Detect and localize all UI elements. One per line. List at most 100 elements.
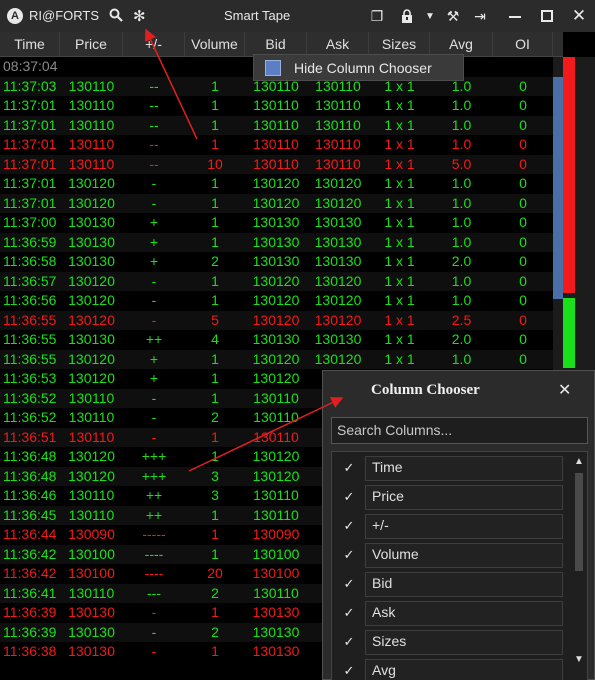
table-row[interactable]: 11:37:01 130110 -- 10 130110 130110 1 x 1 5.0 0 — [0, 154, 553, 174]
cell-avg: 1.0 — [451, 350, 472, 367]
cell-volume: 1 — [211, 214, 219, 230]
column-option-label: Price — [372, 488, 404, 504]
scrollbar-thumb[interactable] — [575, 473, 583, 571]
table-row[interactable]: 11:36:55 130120 - 5 130120 130120 1 x 1 2.5 0 — [0, 310, 553, 330]
cell-bid: 130130 — [252, 214, 300, 230]
cell-change: ---- — [144, 565, 164, 581]
cell-bid: 130120 — [252, 350, 300, 367]
cell-oi: 0 — [519, 311, 527, 328]
pin-icon[interactable]: ⇥ — [470, 6, 490, 26]
checkbox[interactable]: ✓ — [342, 519, 356, 533]
scrollbar-thumb[interactable] — [553, 77, 563, 299]
cell-time: 11:36:58 — [3, 253, 57, 269]
header-volume[interactable]: Volume — [185, 32, 245, 57]
cell-sizes: 1 x 1 — [384, 155, 415, 172]
cell-bid: 130120 — [252, 194, 300, 211]
column-option[interactable]: ✓ Time — [332, 454, 563, 483]
cell-volume: 4 — [211, 331, 219, 347]
cell-price: 130110 — [68, 487, 115, 503]
checkbox[interactable]: ✓ — [342, 577, 356, 591]
column-option-label: Avg — [372, 662, 396, 678]
scroll-down-icon[interactable]: ▼ — [574, 654, 584, 665]
table-row[interactable]: 11:36:56 130120 - 1 130120 130120 1 x 1 1.0 0 — [0, 291, 553, 311]
window-icon[interactable]: ❐ — [367, 6, 387, 26]
checkbox[interactable]: ✓ — [342, 548, 356, 562]
table-row[interactable]: 11:36:57 130120 - 1 130120 130120 1 x 1 1.0 0 — [0, 271, 553, 291]
maximize-icon[interactable] — [537, 6, 557, 26]
cell-volume: 2 — [211, 253, 219, 269]
table-row[interactable]: 11:37:01 130120 - 1 130120 130120 1 x 1 1.0 0 — [0, 174, 553, 194]
header-change[interactable]: +/- — [123, 32, 185, 57]
hide-column-chooser-menu-item[interactable]: Hide Column Chooser — [253, 54, 464, 81]
column-option[interactable]: ✓ Ask — [332, 599, 563, 628]
header-oi[interactable]: OI — [493, 32, 553, 57]
checkbox[interactable]: ✓ — [342, 461, 356, 475]
cell-price: 130130 — [68, 643, 115, 659]
cell-price: 130110 — [68, 97, 115, 113]
table-row[interactable]: 11:36:55 130130 ++ 4 130130 130130 1 x 1 2.0 0 — [0, 330, 553, 350]
table-row[interactable]: 11:37:01 130110 -- 1 130110 130110 1 x 1 1.0 0 — [0, 135, 553, 155]
minimize-icon[interactable] — [505, 6, 525, 26]
column-option[interactable]: ✓ Sizes — [332, 628, 563, 657]
cell-price: 130110 — [68, 77, 115, 94]
column-list-scrollbar[interactable]: ▲ ▼ — [570, 452, 587, 680]
column-option[interactable]: ✓ Price — [332, 483, 563, 512]
column-option[interactable]: ✓ Bid — [332, 570, 563, 599]
cell-volume: 1 — [211, 233, 219, 250]
cell-change: -- — [149, 155, 159, 172]
symbol-label[interactable]: RI@FORTS — [29, 8, 99, 23]
cell-bid: 130120 — [252, 311, 300, 328]
cell-bid: 130110 — [253, 97, 299, 113]
cell-volume: 1 — [211, 194, 219, 211]
cell-price: 130130 — [68, 331, 115, 347]
checkbox[interactable]: ✓ — [342, 606, 356, 620]
cell-price: 130100 — [68, 545, 115, 562]
freeze-icon[interactable]: ✻ — [133, 7, 146, 25]
close-icon[interactable]: ✕ — [569, 6, 589, 26]
cell-change: - — [151, 272, 157, 289]
cell-oi: 0 — [519, 155, 527, 172]
lock-icon[interactable] — [397, 6, 417, 26]
search-icon[interactable] — [109, 8, 123, 22]
search-columns-input[interactable]: Search Columns... — [331, 417, 588, 444]
tools-icon[interactable]: ⚒ — [443, 6, 463, 26]
cell-volume: 1 — [211, 428, 219, 445]
buy-pressure-bar — [563, 298, 575, 368]
table-row[interactable]: 11:36:59 130130 +1 130130 130130 1 x 1 1.0 0 — [0, 232, 553, 252]
scroll-up-icon[interactable]: ▲ — [574, 456, 584, 467]
checkbox[interactable]: ✓ — [342, 635, 356, 649]
cell-price: 130110 — [68, 389, 115, 406]
header-time[interactable]: Time — [0, 32, 60, 57]
cell-ask: 130120 — [314, 292, 362, 308]
checkbox[interactable]: ✓ — [342, 490, 356, 504]
cell-volume: 10 — [207, 155, 223, 172]
column-option[interactable]: ✓ Avg — [332, 657, 563, 680]
close-icon[interactable]: ✕ — [558, 380, 571, 400]
column-option[interactable]: ✓ +/- — [332, 512, 563, 541]
table-row[interactable]: 11:37:01 130110 -- 1 130110 130110 1 x 1 1.0 0 — [0, 96, 553, 116]
cell-volume: 1 — [211, 272, 219, 289]
column-option[interactable]: ✓ Volume — [332, 541, 563, 570]
table-row[interactable]: 11:37:01 130120 - 1 130120 130120 1 x 1 1.0 0 — [0, 193, 553, 213]
cell-bid: 130120 — [252, 272, 300, 289]
cell-change: - — [151, 311, 157, 328]
cell-oi: 0 — [519, 194, 527, 211]
dropdown-icon[interactable]: ▼ — [420, 6, 440, 26]
cell-sizes: 1 x 1 — [384, 311, 415, 328]
cell-change: + — [149, 214, 159, 230]
table-row[interactable]: 11:37:01 130110 -- 1 130110 130110 1 x 1 1.0 0 — [0, 115, 553, 135]
header-price[interactable]: Price — [60, 32, 123, 57]
cell-price: 130110 — [68, 428, 115, 445]
table-row[interactable]: 11:36:55 130120 +1 130120 130120 1 x 1 1.0 0 — [0, 349, 553, 369]
cell-volume: 2 — [211, 409, 219, 425]
checkbox[interactable]: ✓ — [342, 664, 356, 678]
cell-time: 11:36:41 — [3, 584, 57, 601]
table-row[interactable]: 11:37:00 130130 +1 130130 130130 1 x 1 1.0 0 — [0, 213, 553, 233]
column-chooser-title: Column Chooser — [371, 382, 480, 398]
cell-time: 11:37:01 — [3, 175, 57, 191]
cell-volume: 1 — [211, 292, 219, 308]
cell-change: + — [149, 350, 159, 367]
cell-price: 130120 — [68, 194, 115, 211]
column-list[interactable]: ▲ ▼ ✓ Time ✓ Price ✓ +/- ✓ Volume ✓ Bid ✓ Ask ✓ Sizes… — [331, 451, 588, 680]
table-row[interactable]: 11:36:58 130130 +2 130130 130130 1 x 1 2.0 0 — [0, 252, 553, 272]
